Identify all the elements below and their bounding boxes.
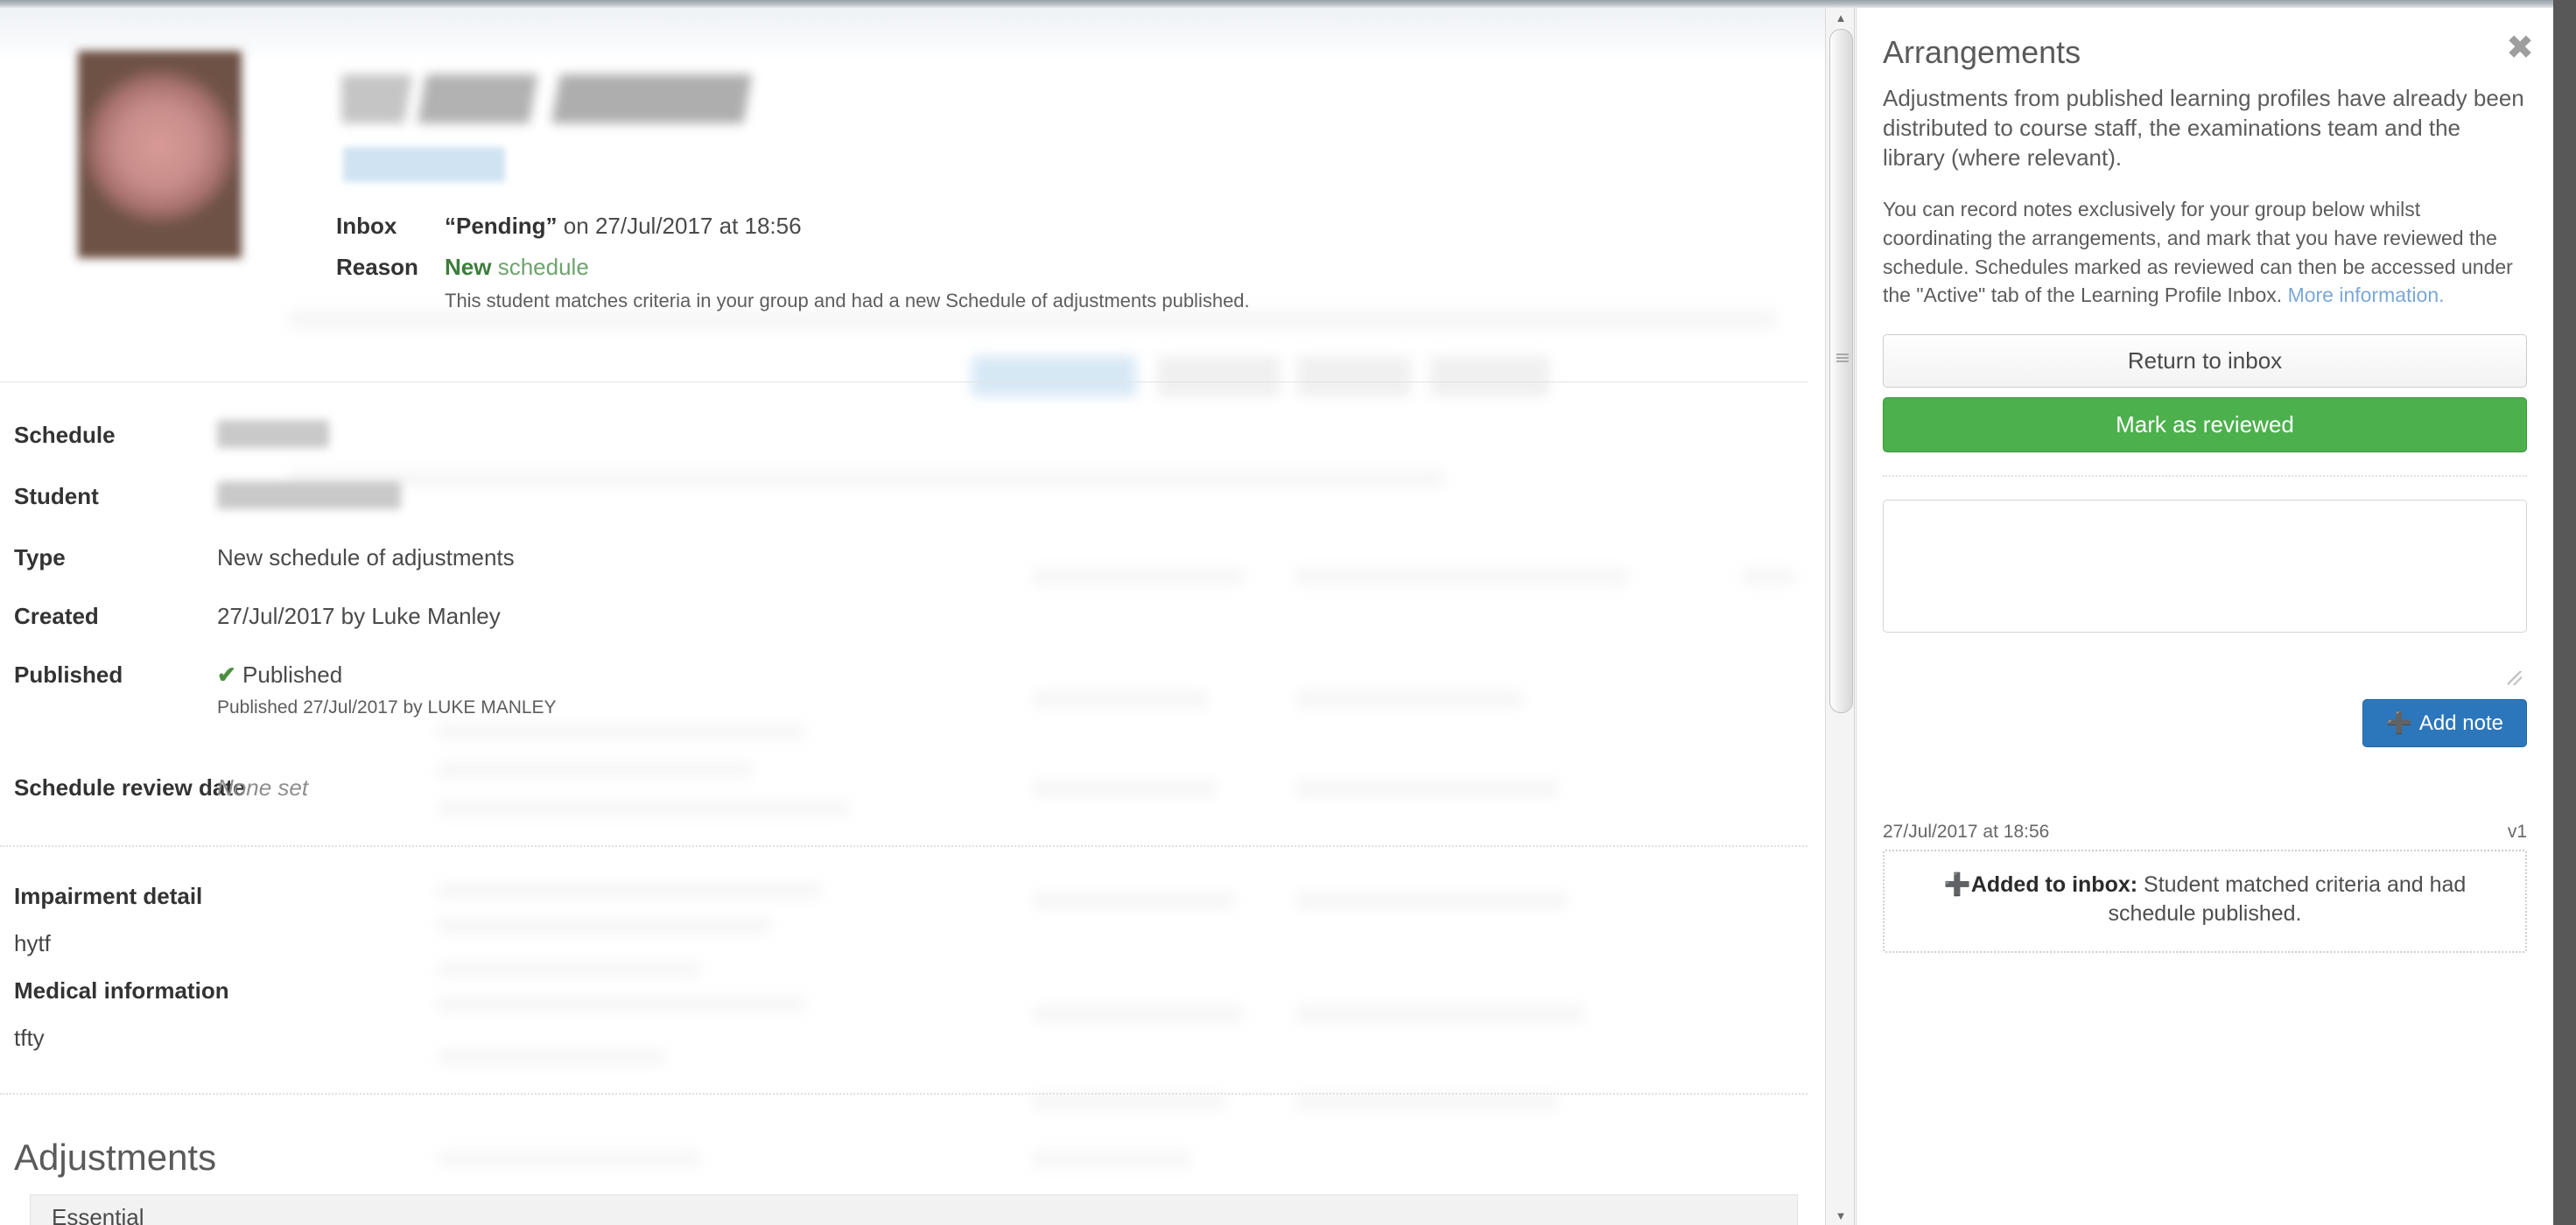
field-value-schedule-redacted [217, 420, 329, 448]
note-plus-icon: ➕ [1943, 872, 1971, 897]
avatar [74, 46, 246, 262]
tab-bar[interactable] [972, 349, 1619, 403]
plus-icon: ➕ [2386, 711, 2412, 735]
inbox-label: Inbox [336, 213, 397, 239]
student-header: Inbox “Pending” on 27/Jul/2017 at 18:56 … [0, 27, 1825, 396]
more-information-link[interactable]: More information. [2288, 284, 2445, 306]
scrollbar-grip-icon [1836, 354, 1849, 362]
textarea-resize-handle-icon[interactable] [2508, 671, 2522, 685]
background-ghost-block [1033, 1151, 1190, 1168]
adjustments-panel-label: Essential [52, 1204, 144, 1225]
add-note-button[interactable]: ➕ Add note [2362, 699, 2527, 747]
note-entry-body: Student matched criteria and had schedul… [2108, 872, 2467, 926]
background-ghost-block [1033, 780, 1217, 797]
scroll-up-arrow-icon[interactable]: ▲ [1826, 8, 1856, 27]
inbox-status: “Pending” [445, 213, 558, 239]
meta-row-inbox: Inbox “Pending” on 27/Jul/2017 at 18:56 [336, 213, 1250, 240]
inbox-meta: Inbox “Pending” on 27/Jul/2017 at 18:56 … [336, 213, 1250, 326]
background-ghost-block [1295, 568, 1628, 585]
app-window: Inbox “Pending” on 27/Jul/2017 at 18:56 … [0, 0, 2576, 1225]
field-label-schedule: Schedule [14, 422, 116, 448]
reason-new-tag: New [445, 254, 492, 280]
arrangements-panel: ✖ Arrangements Adjustments from publishe… [1856, 8, 2553, 1225]
field-value-created: 27/Jul/2017 by Luke Manley [217, 603, 501, 629]
scroll-down-arrow-icon[interactable]: ▼ [1826, 1206, 1856, 1225]
tab-third[interactable] [1297, 356, 1411, 396]
return-to-inbox-button[interactable]: Return to inbox [1883, 334, 2527, 388]
status-badge [343, 147, 505, 182]
published-state: Published [242, 662, 343, 688]
field-label-created: Created [14, 603, 99, 629]
impairment-detail-text: hytf [14, 930, 51, 956]
divider-above-adjustments [0, 1093, 1807, 1095]
reason-schedule-tag: schedule [497, 254, 589, 280]
field-value-published: ✔ Published Published 27/Jul/2017 by LUK… [217, 662, 557, 718]
background-ghost-block [1295, 1093, 1558, 1110]
inbox-timestamp: on 27/Jul/2017 at 18:56 [563, 213, 802, 239]
reason-description: This student matches criteria in your gr… [445, 290, 1250, 312]
inbox-value: “Pending” on 27/Jul/2017 at 18:56 [445, 213, 802, 240]
adjustments-panel-essential[interactable]: Essential [30, 1194, 1798, 1225]
tab-second[interactable] [1157, 356, 1280, 396]
field-label-review-date: Schedule review date [14, 774, 246, 801]
window-top-chrome [0, 0, 2553, 8]
tab-fourth[interactable] [1430, 356, 1549, 396]
field-label-published: Published [14, 662, 123, 688]
background-ghost-block [289, 470, 1444, 487]
background-ghost-block [1295, 690, 1523, 708]
background-ghost-block [1033, 1093, 1225, 1110]
note-entry-title: Added to inbox: [1970, 872, 2138, 897]
reason-label: Reason [336, 254, 418, 280]
note-timestamp: 27/Jul/2017 at 18:56 [1883, 822, 2050, 842]
medical-information-heading: Medical information [14, 977, 229, 1004]
background-ghost-block [1033, 568, 1243, 585]
close-icon[interactable]: ✖ [2506, 31, 2534, 64]
background-ghost-block [438, 724, 805, 739]
panel-title: Arrangements [1883, 34, 2081, 70]
panel-divider [1883, 475, 2527, 478]
background-ghost-block [438, 762, 753, 778]
divider-above-impairment [0, 845, 1807, 847]
scrollbar-thumb[interactable] [1829, 29, 1853, 713]
note-input[interactable] [1883, 500, 2527, 634]
mark-as-reviewed-button[interactable]: Mark as reviewed [1883, 397, 2527, 453]
background-ghost-block [438, 801, 849, 816]
vertical-scrollbar[interactable]: ▲ ▼ [1825, 8, 1855, 1225]
field-label-type: Type [14, 544, 66, 570]
field-value-student-redacted [217, 481, 401, 509]
background-ghost-block [1295, 780, 1558, 797]
tab-active[interactable] [972, 356, 1136, 396]
field-value-review-date: None set [217, 774, 309, 801]
adjustments-heading: Adjustments [14, 1137, 217, 1178]
published-detail: Published 27/Jul/2017 by LUKE MANLEY [217, 697, 557, 718]
medical-information-text: tfty [14, 1025, 45, 1051]
impairment-block: Impairment detail hytf Medical informati… [14, 883, 1817, 1052]
page-title [341, 74, 779, 123]
main-content-pane: Inbox “Pending” on 27/Jul/2017 at 18:56 … [0, 8, 1825, 1225]
check-icon: ✔ [217, 662, 236, 688]
background-ghost-block [438, 1151, 700, 1166]
reason-value: New schedule This student matches criter… [445, 254, 1250, 312]
note-meta-row: 27/Jul/2017 at 18:56 v1 [1883, 822, 2527, 843]
panel-paragraph-2: You can record notes exclusively for you… [1883, 195, 2527, 310]
add-note-label: Add note [2418, 711, 2503, 735]
note-version: v1 [2507, 822, 2527, 842]
background-ghost-block [1033, 690, 1208, 708]
impairment-detail-heading: Impairment detail [14, 883, 203, 909]
field-value-type: New schedule of adjustments [217, 544, 515, 570]
panel-paragraph-1: Adjustments from published learning prof… [1883, 85, 2524, 171]
meta-row-reason: Reason New schedule This student matches… [336, 254, 1250, 312]
field-label-student: Student [14, 483, 99, 509]
background-ghost-block [1742, 568, 1794, 585]
note-entry-card: ➕Added to inbox: Student matched criteri… [1883, 850, 2527, 953]
